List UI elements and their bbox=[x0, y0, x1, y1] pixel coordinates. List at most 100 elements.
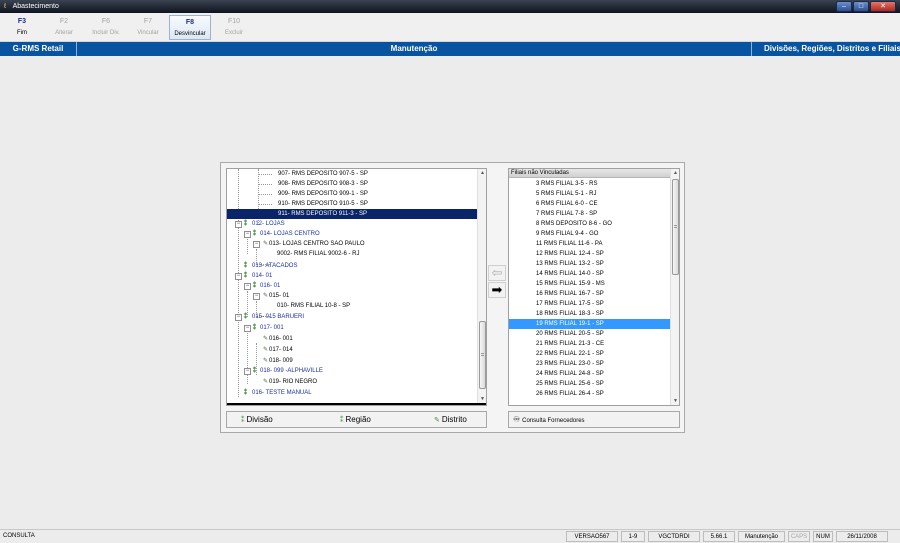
tree-node-division[interactable]: 012- LOJAS bbox=[252, 219, 285, 229]
f3-key: F3 bbox=[17, 18, 27, 25]
scroll-up-icon[interactable]: ▲ bbox=[478, 169, 486, 177]
collapse-icon[interactable]: − bbox=[235, 221, 242, 228]
collapse-icon[interactable]: − bbox=[253, 241, 260, 248]
distrito-label: Distrito bbox=[441, 415, 467, 424]
list-item[interactable]: 3 RMS FILIAL 3-5 - RS bbox=[509, 179, 670, 189]
list-item[interactable]: 8 RMS DEPOSITO 8-6 - GO bbox=[509, 219, 670, 229]
district-icon: ✎ bbox=[263, 347, 269, 353]
tree-node[interactable]: 9002- RMS FILIAL 9002-6 - RJ bbox=[277, 249, 359, 259]
list-scrollbar[interactable]: ▲ ▼ bbox=[670, 169, 679, 405]
hierarchy-tree[interactable]: 907- RMS DEPOSITO 907-5 - SP 908- RMS DE… bbox=[226, 168, 487, 406]
list-item[interactable]: 12 RMS FILIAL 12-4 - SP bbox=[509, 249, 670, 259]
screen-title: Divisões, Regiões, Distritos e Filiais bbox=[764, 44, 900, 53]
collapse-icon[interactable]: − bbox=[235, 314, 242, 321]
tree-node-selected[interactable]: 911- RMS DEPOSITO 911-3 - SP bbox=[227, 209, 477, 219]
list-item[interactable]: 5 RMS FILIAL 5-1 - RJ bbox=[509, 189, 670, 199]
tree-node-district[interactable]: 015- 01 bbox=[269, 291, 289, 301]
tree-node-division[interactable]: 015- 015 BARUERI bbox=[252, 312, 304, 322]
scroll-thumb[interactable] bbox=[479, 321, 486, 389]
consulta-fornecedores-button[interactable]: ♾ Consulta Fornecedores bbox=[508, 411, 680, 428]
tree-line bbox=[256, 343, 257, 375]
tree-node-district[interactable]: 019- RIO NEGRO bbox=[269, 377, 317, 387]
scroll-up-icon[interactable]: ▲ bbox=[671, 169, 679, 177]
collapse-icon[interactable]: − bbox=[244, 325, 251, 332]
tree-line bbox=[258, 174, 272, 175]
tree-bottom-bar bbox=[227, 403, 486, 405]
tree-node[interactable]: 010- RMS FILIAL 10-8 - SP bbox=[277, 301, 350, 311]
list-item[interactable]: 7 RMS FILIAL 7-8 - SP bbox=[509, 209, 670, 219]
f6-label: Incluir Div. bbox=[92, 30, 120, 36]
tree-node-district[interactable]: 013- LOJAS CENTRO SAO PAULO bbox=[269, 239, 365, 249]
collapse-icon[interactable]: − bbox=[235, 273, 242, 280]
list-item[interactable]: 11 RMS FILIAL 11-6 - PA bbox=[509, 239, 670, 249]
move-left-arrow-icon[interactable]: ⇦ bbox=[488, 265, 506, 281]
division-icon: ⁑ bbox=[244, 221, 247, 227]
tree-node-district[interactable]: 016- 001 bbox=[269, 334, 293, 344]
f10-excluir-button[interactable]: F10 Excluir bbox=[213, 15, 255, 40]
regiao-button[interactable]: ⁑ Região bbox=[340, 414, 371, 426]
tree-node[interactable]: 910- RMS DEPOSITO 910-5 - SP bbox=[278, 199, 368, 209]
status-program: VGCTDRDI bbox=[648, 531, 700, 542]
status-build: 5.66.1 bbox=[703, 531, 735, 542]
tree-node-division[interactable]: 016- TESTE MANUAL bbox=[252, 388, 312, 398]
collapse-icon[interactable]: − bbox=[244, 283, 251, 290]
distrito-button[interactable]: ✎ Distrito bbox=[434, 414, 467, 426]
division-icon: ⁑ bbox=[244, 273, 247, 279]
tree-node-region[interactable]: 017- 001 bbox=[260, 323, 284, 333]
status-screen: Manutenção bbox=[738, 531, 785, 542]
region-icon: ⁑ bbox=[253, 283, 256, 289]
division-icon: ⁑ bbox=[241, 417, 245, 424]
list-item[interactable]: 20 RMS FILIAL 20-5 - SP bbox=[509, 329, 670, 339]
tree-node-district[interactable]: 017- 014 bbox=[269, 345, 293, 355]
tree-line bbox=[247, 239, 248, 254]
scroll-down-icon[interactable]: ▼ bbox=[671, 397, 679, 405]
tree-node[interactable]: 908- RMS DEPOSITO 908-3 - SP bbox=[278, 179, 368, 189]
list-item[interactable]: 13 RMS FILIAL 13-2 - SP bbox=[509, 259, 670, 269]
list-item[interactable]: 26 RMS FILIAL 26-4 - SP bbox=[509, 389, 670, 395]
tree-node-region[interactable]: 014- LOJAS CENTRO bbox=[260, 229, 320, 239]
list-item[interactable]: 9 RMS FILIAL 9-4 - GO bbox=[509, 229, 670, 239]
list-item[interactable]: 22 RMS FILIAL 22-1 - SP bbox=[509, 349, 670, 359]
district-icon: ✎ bbox=[263, 358, 269, 364]
tree-node-division[interactable]: 014- 01 bbox=[252, 271, 272, 281]
tree-node-region[interactable]: 018- 099 -ALPHAVILLE bbox=[260, 366, 323, 376]
list-item[interactable]: 21 RMS FILIAL 21-3 - CE bbox=[509, 339, 670, 349]
list-item[interactable]: 18 RMS FILIAL 18-3 - SP bbox=[509, 309, 670, 319]
maximize-button[interactable]: □ bbox=[853, 1, 869, 12]
f3-fim-button[interactable]: F3 Fim bbox=[1, 15, 43, 40]
minimize-button[interactable]: – bbox=[836, 1, 852, 12]
window-controls: – □ ✕ bbox=[836, 1, 896, 12]
unlinked-branches-list[interactable]: Filiais não Vinculadas 3 RMS FILIAL 3-5 … bbox=[508, 168, 680, 406]
f8-desvincular-button[interactable]: F8 Desvincular bbox=[169, 15, 211, 40]
list-item[interactable]: 6 RMS FILIAL 6-0 - CE bbox=[509, 199, 670, 209]
move-right-arrow-icon[interactable]: ➡ bbox=[488, 282, 506, 298]
status-version: VERSAO567 bbox=[566, 531, 618, 542]
division-icon: ⁑ bbox=[244, 390, 247, 396]
f2-alterar-button[interactable]: F2 Alterar bbox=[43, 15, 85, 40]
divisao-button[interactable]: ⁑ Divisão bbox=[241, 414, 273, 426]
f6-incluir-div-button[interactable]: F6 Incluir Div. bbox=[85, 15, 127, 40]
tree-node-division[interactable]: 013- ATACADOS bbox=[252, 261, 297, 271]
scroll-down-icon[interactable]: ▼ bbox=[478, 395, 486, 403]
tree-node-district[interactable]: 018- 009 bbox=[269, 356, 293, 366]
collapse-icon[interactable]: − bbox=[244, 368, 251, 375]
list-item[interactable]: 15 RMS FILIAL 15-9 - MS bbox=[509, 279, 670, 289]
collapse-icon[interactable]: − bbox=[244, 231, 251, 238]
scroll-thumb[interactable] bbox=[672, 179, 679, 275]
list-item[interactable]: 24 RMS FILIAL 24-8 - SP bbox=[509, 369, 670, 379]
list-item[interactable]: 23 RMS FILIAL 23-0 - SP bbox=[509, 359, 670, 369]
collapse-icon[interactable]: − bbox=[253, 293, 260, 300]
list-item[interactable]: 16 RMS FILIAL 16-7 - SP bbox=[509, 289, 670, 299]
f7-vincular-button[interactable]: F7 Vincular bbox=[127, 15, 169, 40]
close-button[interactable]: ✕ bbox=[870, 1, 896, 12]
list-item[interactable]: 17 RMS FILIAL 17-5 - SP bbox=[509, 299, 670, 309]
tree-scrollbar[interactable]: ▲ ▼ bbox=[477, 169, 486, 403]
tree-node[interactable]: 909- RMS DEPOSITO 909-1 - SP bbox=[278, 189, 368, 199]
tree-node-region[interactable]: 016- 01 bbox=[260, 281, 280, 291]
tree-content: 907- RMS DEPOSITO 907-5 - SP 908- RMS DE… bbox=[227, 169, 477, 403]
status-company: 1-9 bbox=[621, 531, 645, 542]
list-item[interactable]: 25 RMS FILIAL 25-6 - SP bbox=[509, 379, 670, 389]
list-item-selected[interactable]: 19 RMS FILIAL 19-1 - SP bbox=[509, 319, 670, 329]
list-item[interactable]: 14 RMS FILIAL 14-0 - SP bbox=[509, 269, 670, 279]
tree-node[interactable]: 907- RMS DEPOSITO 907-5 - SP bbox=[278, 169, 368, 179]
